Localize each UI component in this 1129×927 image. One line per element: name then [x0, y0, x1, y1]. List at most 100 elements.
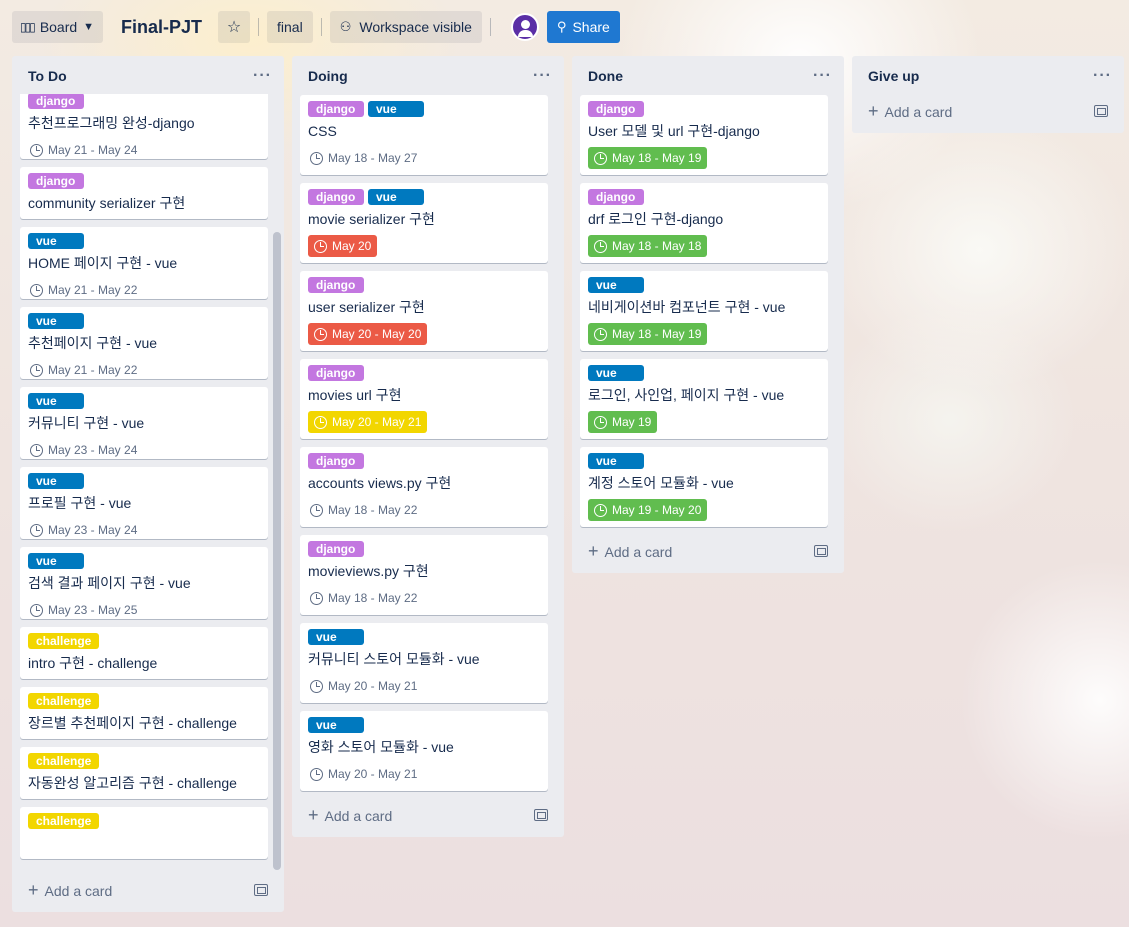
card[interactable]: vue 커뮤니티 스토어 모듈화 - vue May 20 - May 21 — [300, 623, 548, 703]
label-vue[interactable]: vue — [28, 233, 84, 249]
board-title[interactable]: Final-PJT — [121, 17, 202, 38]
add-card-button[interactable]: + Add a card — [300, 801, 556, 829]
label-vue[interactable]: vue — [588, 277, 644, 293]
card[interactable]: vue 프로필 구현 - vue May 23 - May 24 — [20, 467, 268, 539]
more-icon[interactable]: ··· — [533, 67, 552, 85]
template-icon[interactable] — [1094, 105, 1108, 117]
more-icon[interactable]: ··· — [1093, 67, 1112, 85]
card[interactable]: django 추천프로그래밍 완성-django May 21 - May 24 — [20, 94, 268, 159]
due-date-badge[interactable]: May 19 - May 20 — [588, 499, 708, 521]
due-date-badge[interactable]: May 18 - May 19 — [588, 323, 708, 345]
card[interactable]: django movies url 구현 May 20 - May 21 — [300, 359, 548, 439]
visibility-button[interactable]: ⚇ Workspace visible — [329, 11, 482, 43]
due-date-badge[interactable]: May 23 - May 24 — [28, 439, 141, 461]
card[interactable]: challenge 자동완성 알고리즘 구현 - challenge — [20, 747, 268, 799]
label-vue[interactable]: vue — [308, 717, 364, 733]
card[interactable]: challenge 장르별 추천페이지 구현 - challenge — [20, 687, 268, 739]
label-django[interactable]: django — [308, 101, 364, 117]
label-django[interactable]: django — [308, 277, 364, 293]
label-django[interactable]: django — [308, 541, 364, 557]
due-date-badge[interactable]: May 19 — [588, 411, 658, 433]
label-vue[interactable]: vue — [28, 553, 84, 569]
board-view-switcher[interactable]: ▯▯▯ Board ▼ — [12, 11, 103, 43]
label-challenge[interactable]: challenge — [28, 693, 100, 709]
label-vue[interactable]: vue — [588, 453, 644, 469]
due-date-text: May 19 - May 20 — [612, 503, 702, 517]
card[interactable]: vue 영화 스토어 모듈화 - vue May 20 - May 21 — [300, 711, 548, 791]
card[interactable]: django vue CSS May 18 - May 27 — [300, 95, 548, 175]
card[interactable]: vue 네비게이션바 컴포넌트 구현 - vue May 18 - May 19 — [580, 271, 828, 351]
label-vue[interactable]: vue — [588, 365, 644, 381]
label-challenge[interactable]: challenge — [28, 633, 100, 649]
label-vue[interactable]: vue — [28, 473, 84, 489]
label-django[interactable]: django — [308, 189, 364, 205]
share-button[interactable]: ⚲ Share — [546, 11, 620, 43]
add-card-button[interactable]: + Add a card — [20, 876, 276, 904]
due-date-badge[interactable]: May 20 - May 21 — [308, 763, 421, 785]
template-icon[interactable] — [534, 809, 548, 821]
label-challenge[interactable]: challenge — [28, 813, 100, 829]
label-vue[interactable]: vue — [28, 393, 84, 409]
label-vue[interactable]: vue — [368, 101, 424, 117]
card[interactable]: challenge intro 구현 - challenge — [20, 627, 268, 679]
label-django[interactable]: django — [308, 365, 364, 381]
card[interactable]: vue 로그인, 사인업, 페이지 구현 - vue May 19 — [580, 359, 828, 439]
template-icon[interactable] — [254, 884, 268, 896]
add-card-label: Add a card — [324, 807, 393, 824]
card[interactable]: django drf 로그인 구현-django May 18 - May 18 — [580, 183, 828, 263]
list-title[interactable]: Doing — [308, 68, 348, 84]
star-button[interactable]: ☆ — [218, 11, 251, 43]
due-date-badge[interactable]: May 21 - May 22 — [28, 359, 141, 381]
card[interactable]: django accounts views.py 구현 May 18 - May 2… — [300, 447, 548, 527]
more-icon[interactable]: ··· — [253, 67, 272, 85]
due-date-badge[interactable]: May 18 - May 22 — [308, 499, 421, 521]
card[interactable]: django User 모델 및 url 구현-django May 18 - Ma… — [580, 95, 828, 175]
due-date-badge[interactable]: May 18 - May 19 — [588, 147, 708, 169]
list-cards-scroll[interactable]: django 추천프로그래밍 완성-django May 21 - May 24 dj… — [12, 94, 284, 872]
label-vue[interactable]: vue — [368, 189, 424, 205]
due-date-badge[interactable]: May 20 - May 20 — [308, 323, 428, 345]
add-card-button[interactable]: + Add a card — [580, 537, 836, 565]
card[interactable]: django user serializer 구현 May 20 - May 20 — [300, 271, 548, 351]
card[interactable]: vue 검색 결과 페이지 구현 - vue May 23 - May 25 — [20, 547, 268, 619]
list-header[interactable]: Doing ··· — [292, 56, 564, 96]
due-date-badge[interactable]: May 21 - May 22 — [28, 279, 141, 301]
due-date-badge[interactable]: May 20 — [308, 235, 378, 257]
card[interactable]: challenge — [20, 807, 268, 859]
avatar[interactable] — [510, 13, 539, 41]
more-icon[interactable]: ··· — [813, 67, 832, 85]
card[interactable]: vue 계정 스토어 모듈화 - vue May 19 - May 20 — [580, 447, 828, 527]
tag-button[interactable]: final — [267, 11, 313, 43]
due-date-badge[interactable]: May 23 - May 25 — [28, 599, 141, 621]
list-title[interactable]: Done — [588, 68, 623, 84]
card[interactable]: django movieviews.py 구현 May 18 - May 22 — [300, 535, 548, 615]
due-date-badge[interactable]: May 20 - May 21 — [308, 411, 428, 433]
list-header[interactable]: Give up ··· — [852, 56, 1124, 96]
card[interactable]: django vue movie serializer 구현 May 20 — [300, 183, 548, 263]
due-date-badge[interactable]: May 23 - May 24 — [28, 519, 141, 541]
card[interactable]: vue HOME 페이지 구현 - vue May 21 - May 22 — [20, 227, 268, 299]
scrollbar[interactable] — [273, 232, 281, 870]
label-django[interactable]: django — [308, 453, 364, 469]
due-date-badge[interactable]: May 20 - May 21 — [308, 675, 421, 697]
label-django[interactable]: django — [588, 189, 644, 205]
label-vue[interactable]: vue — [28, 313, 84, 329]
card[interactable]: django community serializer 구현 — [20, 167, 268, 219]
label-vue[interactable]: vue — [308, 629, 364, 645]
list-header[interactable]: To Do ··· — [12, 56, 284, 96]
template-icon[interactable] — [814, 545, 828, 557]
card[interactable]: vue 추천페이지 구현 - vue May 21 - May 22 — [20, 307, 268, 379]
label-challenge[interactable]: challenge — [28, 753, 100, 769]
list-header[interactable]: Done ··· — [572, 56, 844, 96]
card[interactable]: vue 커뮤니티 구현 - vue May 23 - May 24 — [20, 387, 268, 459]
due-date-badge[interactable]: May 18 - May 22 — [308, 587, 421, 609]
list-title[interactable]: To Do — [28, 68, 67, 84]
list-title[interactable]: Give up — [868, 68, 919, 84]
add-card-button[interactable]: + Add a card — [860, 97, 1116, 125]
due-date-badge[interactable]: May 18 - May 27 — [308, 147, 421, 169]
label-django[interactable]: django — [28, 94, 84, 109]
due-date-badge[interactable]: May 18 - May 18 — [588, 235, 708, 257]
due-date-badge[interactable]: May 21 - May 24 — [28, 139, 141, 161]
label-django[interactable]: django — [28, 173, 84, 189]
label-django[interactable]: django — [588, 101, 644, 117]
